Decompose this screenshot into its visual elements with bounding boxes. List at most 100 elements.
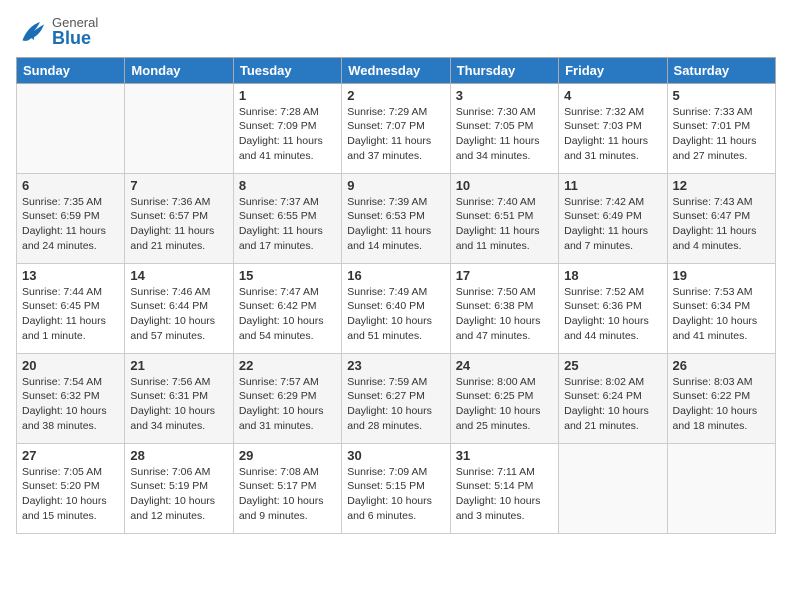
sunset-text: Sunset: 6:44 PM [130, 300, 208, 312]
calendar-cell: 5 Sunrise: 7:33 AM Sunset: 7:01 PM Dayli… [667, 83, 775, 173]
cell-content: Sunrise: 7:32 AM Sunset: 7:03 PM Dayligh… [564, 105, 661, 164]
sunrise-text: Sunrise: 7:59 AM [347, 376, 427, 388]
sunset-text: Sunset: 6:22 PM [673, 390, 751, 402]
day-number: 26 [673, 358, 770, 373]
day-number: 21 [130, 358, 227, 373]
calendar-cell: 13 Sunrise: 7:44 AM Sunset: 6:45 PM Dayl… [17, 263, 125, 353]
sunset-text: Sunset: 5:20 PM [22, 480, 100, 492]
daylight-text: Daylight: 11 hours and 1 minute. [22, 315, 106, 342]
calendar-cell: 28 Sunrise: 7:06 AM Sunset: 5:19 PM Dayl… [125, 443, 233, 533]
weekday-header-row: SundayMondayTuesdayWednesdayThursdayFrid… [17, 57, 776, 83]
cell-content: Sunrise: 7:54 AM Sunset: 6:32 PM Dayligh… [22, 375, 119, 434]
sunrise-text: Sunrise: 7:36 AM [130, 196, 210, 208]
calendar-cell: 23 Sunrise: 7:59 AM Sunset: 6:27 PM Dayl… [342, 353, 450, 443]
sunrise-text: Sunrise: 7:44 AM [22, 286, 102, 298]
cell-content: Sunrise: 7:50 AM Sunset: 6:38 PM Dayligh… [456, 285, 553, 344]
calendar-table: SundayMondayTuesdayWednesdayThursdayFrid… [16, 57, 776, 534]
daylight-text: Daylight: 10 hours and 44 minutes. [564, 315, 649, 342]
daylight-text: Daylight: 10 hours and 21 minutes. [564, 405, 649, 432]
calendar-cell: 8 Sunrise: 7:37 AM Sunset: 6:55 PM Dayli… [233, 173, 341, 263]
cell-content: Sunrise: 7:46 AM Sunset: 6:44 PM Dayligh… [130, 285, 227, 344]
cell-content: Sunrise: 7:40 AM Sunset: 6:51 PM Dayligh… [456, 195, 553, 254]
day-number: 15 [239, 268, 336, 283]
weekday-header-monday: Monday [125, 57, 233, 83]
sunset-text: Sunset: 7:09 PM [239, 120, 317, 132]
sunset-text: Sunset: 6:51 PM [456, 210, 534, 222]
sunrise-text: Sunrise: 7:54 AM [22, 376, 102, 388]
daylight-text: Daylight: 10 hours and 57 minutes. [130, 315, 215, 342]
sunset-text: Sunset: 6:53 PM [347, 210, 425, 222]
day-number: 25 [564, 358, 661, 373]
logo: General Blue [16, 16, 98, 49]
daylight-text: Daylight: 10 hours and 41 minutes. [673, 315, 758, 342]
sunrise-text: Sunrise: 7:06 AM [130, 466, 210, 478]
calendar-cell: 27 Sunrise: 7:05 AM Sunset: 5:20 PM Dayl… [17, 443, 125, 533]
sunrise-text: Sunrise: 7:35 AM [22, 196, 102, 208]
sunset-text: Sunset: 6:24 PM [564, 390, 642, 402]
cell-content: Sunrise: 7:11 AM Sunset: 5:14 PM Dayligh… [456, 465, 553, 524]
calendar-cell: 24 Sunrise: 8:00 AM Sunset: 6:25 PM Dayl… [450, 353, 558, 443]
daylight-text: Daylight: 10 hours and 25 minutes. [456, 405, 541, 432]
calendar-cell: 25 Sunrise: 8:02 AM Sunset: 6:24 PM Dayl… [559, 353, 667, 443]
sunset-text: Sunset: 6:29 PM [239, 390, 317, 402]
calendar-cell: 12 Sunrise: 7:43 AM Sunset: 6:47 PM Dayl… [667, 173, 775, 263]
day-number: 1 [239, 88, 336, 103]
sunset-text: Sunset: 6:47 PM [673, 210, 751, 222]
calendar-cell: 14 Sunrise: 7:46 AM Sunset: 6:44 PM Dayl… [125, 263, 233, 353]
sunrise-text: Sunrise: 7:53 AM [673, 286, 753, 298]
daylight-text: Daylight: 10 hours and 54 minutes. [239, 315, 324, 342]
cell-content: Sunrise: 8:03 AM Sunset: 6:22 PM Dayligh… [673, 375, 770, 434]
sunrise-text: Sunrise: 7:49 AM [347, 286, 427, 298]
sunrise-text: Sunrise: 7:08 AM [239, 466, 319, 478]
day-number: 4 [564, 88, 661, 103]
sunrise-text: Sunrise: 7:52 AM [564, 286, 644, 298]
daylight-text: Daylight: 11 hours and 37 minutes. [347, 135, 431, 162]
daylight-text: Daylight: 10 hours and 12 minutes. [130, 495, 215, 522]
sunrise-text: Sunrise: 7:56 AM [130, 376, 210, 388]
sunrise-text: Sunrise: 7:47 AM [239, 286, 319, 298]
day-number: 8 [239, 178, 336, 193]
calendar-cell: 18 Sunrise: 7:52 AM Sunset: 6:36 PM Dayl… [559, 263, 667, 353]
daylight-text: Daylight: 11 hours and 4 minutes. [673, 225, 757, 252]
calendar-cell: 31 Sunrise: 7:11 AM Sunset: 5:14 PM Dayl… [450, 443, 558, 533]
day-number: 14 [130, 268, 227, 283]
sunrise-text: Sunrise: 7:29 AM [347, 106, 427, 118]
day-number: 16 [347, 268, 444, 283]
calendar-week-row: 13 Sunrise: 7:44 AM Sunset: 6:45 PM Dayl… [17, 263, 776, 353]
calendar-cell [667, 443, 775, 533]
daylight-text: Daylight: 10 hours and 28 minutes. [347, 405, 432, 432]
sunrise-text: Sunrise: 7:39 AM [347, 196, 427, 208]
daylight-text: Daylight: 10 hours and 51 minutes. [347, 315, 432, 342]
calendar-week-row: 1 Sunrise: 7:28 AM Sunset: 7:09 PM Dayli… [17, 83, 776, 173]
sunset-text: Sunset: 6:25 PM [456, 390, 534, 402]
sunset-text: Sunset: 7:01 PM [673, 120, 751, 132]
day-number: 18 [564, 268, 661, 283]
weekday-header-friday: Friday [559, 57, 667, 83]
calendar-cell: 10 Sunrise: 7:40 AM Sunset: 6:51 PM Dayl… [450, 173, 558, 263]
cell-content: Sunrise: 8:02 AM Sunset: 6:24 PM Dayligh… [564, 375, 661, 434]
day-number: 20 [22, 358, 119, 373]
calendar-cell: 30 Sunrise: 7:09 AM Sunset: 5:15 PM Dayl… [342, 443, 450, 533]
calendar-cell: 19 Sunrise: 7:53 AM Sunset: 6:34 PM Dayl… [667, 263, 775, 353]
weekday-header-sunday: Sunday [17, 57, 125, 83]
daylight-text: Daylight: 11 hours and 7 minutes. [564, 225, 648, 252]
cell-content: Sunrise: 7:06 AM Sunset: 5:19 PM Dayligh… [130, 465, 227, 524]
cell-content: Sunrise: 7:47 AM Sunset: 6:42 PM Dayligh… [239, 285, 336, 344]
sunrise-text: Sunrise: 8:00 AM [456, 376, 536, 388]
sunrise-text: Sunrise: 7:57 AM [239, 376, 319, 388]
daylight-text: Daylight: 10 hours and 3 minutes. [456, 495, 541, 522]
calendar-cell [17, 83, 125, 173]
cell-content: Sunrise: 7:56 AM Sunset: 6:31 PM Dayligh… [130, 375, 227, 434]
daylight-text: Daylight: 11 hours and 11 minutes. [456, 225, 540, 252]
sunrise-text: Sunrise: 7:42 AM [564, 196, 644, 208]
day-number: 7 [130, 178, 227, 193]
day-number: 23 [347, 358, 444, 373]
sunset-text: Sunset: 6:57 PM [130, 210, 208, 222]
sunset-text: Sunset: 6:55 PM [239, 210, 317, 222]
calendar-cell: 7 Sunrise: 7:36 AM Sunset: 6:57 PM Dayli… [125, 173, 233, 263]
calendar-cell: 2 Sunrise: 7:29 AM Sunset: 7:07 PM Dayli… [342, 83, 450, 173]
day-number: 22 [239, 358, 336, 373]
cell-content: Sunrise: 7:37 AM Sunset: 6:55 PM Dayligh… [239, 195, 336, 254]
calendar-week-row: 27 Sunrise: 7:05 AM Sunset: 5:20 PM Dayl… [17, 443, 776, 533]
daylight-text: Daylight: 10 hours and 9 minutes. [239, 495, 324, 522]
